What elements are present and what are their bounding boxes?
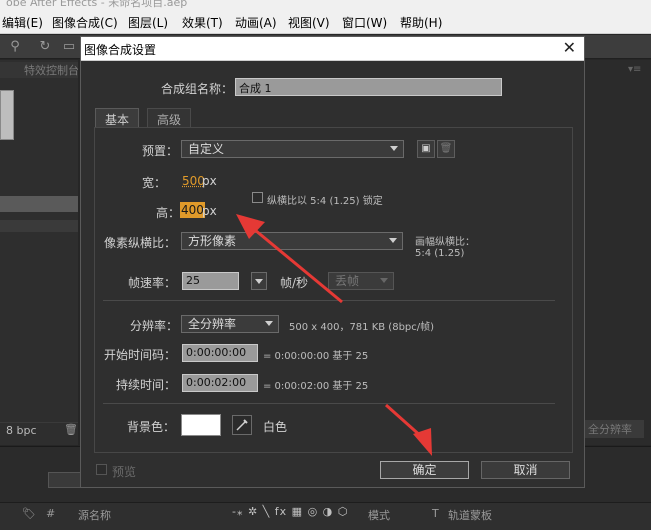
menu-bar: 编辑(E) 图像合成(C) 图层(L) 效果(T) 动画(A) 视图(V) 窗口…	[0, 8, 651, 34]
right-panel	[584, 60, 651, 445]
duration-input[interactable]: 0:00:02:00	[182, 374, 258, 392]
ok-button[interactable]: 确定	[380, 461, 469, 479]
mode-header[interactable]: 模式	[368, 507, 390, 523]
chevron-down-icon	[390, 146, 398, 151]
menu-edit[interactable]: 编辑(E)	[2, 14, 43, 31]
height-label: 高：	[156, 206, 181, 220]
composition-settings-dialog: 图像合成设置 ✕ 合成组名称： 合成 1 基本 高级 预置： 自定义 ▣ 🗑 宽…	[80, 36, 585, 488]
resolution-dropdown[interactable]: 全分辨率	[181, 315, 279, 333]
chevron-down-icon	[389, 238, 397, 243]
comp-name-label: 合成组名称：	[161, 82, 234, 96]
dialog-title: 图像合成设置	[84, 43, 157, 57]
start-timecode-input[interactable]: 0:00:00:00	[182, 344, 258, 362]
pixel-aspect-label: 像素纵横比：	[104, 236, 177, 250]
track-matte-header[interactable]: 轨道蒙板	[448, 507, 492, 523]
save-preset-icon[interactable]: ▣	[417, 140, 435, 158]
menu-effect[interactable]: 效果(T)	[182, 14, 223, 31]
effects-panel-tab[interactable]: 特效控制台	[0, 62, 78, 78]
rotate-tool-icon[interactable]: ↻	[36, 39, 54, 55]
resolution-label: 分辨率：	[130, 319, 179, 333]
panel-selected-row[interactable]	[0, 196, 78, 212]
app-title: obe After Effects - 未命名项目.aep	[6, 0, 188, 8]
cancel-button[interactable]: 取消	[481, 461, 570, 479]
drop-frame-value: 丢帧	[335, 274, 360, 288]
eyedropper-glyph	[236, 419, 248, 431]
lock-aspect-checkbox[interactable]	[252, 192, 263, 203]
duration-label: 持续时间：	[116, 378, 177, 392]
panel-menu-icon[interactable]: ▾≡	[628, 64, 641, 75]
pixel-aspect-value: 方形像素	[188, 234, 237, 248]
divider	[103, 300, 555, 301]
lock-aspect-label: 纵横比以 5:4 (1.25) 锁定	[267, 196, 383, 207]
camera-tool-icon[interactable]: ▭	[60, 39, 78, 55]
width-label: 宽：	[142, 176, 167, 190]
bg-color-name: 白色	[263, 420, 288, 434]
bg-color-swatch[interactable]	[181, 414, 221, 436]
close-icon[interactable]: ✕	[563, 38, 576, 57]
menu-layer[interactable]: 图层(L)	[128, 14, 168, 31]
fps-label: 帧/秒	[280, 276, 309, 290]
resolution-value: 全分辨率	[188, 317, 237, 331]
tab-advanced[interactable]: 高级	[147, 108, 192, 128]
drop-frame-dropdown[interactable]: 丢帧	[328, 272, 394, 290]
frame-rate-label: 帧速率：	[128, 276, 177, 290]
comp-name-input[interactable]: 合成 1	[235, 78, 502, 96]
trash-icon[interactable]: 🗑	[64, 423, 78, 436]
delete-preset-icon[interactable]: 🗑	[437, 140, 455, 158]
tab-basic[interactable]: 基本	[95, 108, 140, 128]
menu-window[interactable]: 窗口(W)	[342, 14, 387, 31]
pixel-aspect-dropdown[interactable]: 方形像素	[181, 232, 403, 250]
dialog-titlebar[interactable]: 图像合成设置 ✕	[81, 37, 584, 61]
preview-checkbox[interactable]	[96, 464, 107, 475]
menu-animation[interactable]: 动画(A)	[235, 14, 277, 31]
preset-value: 自定义	[188, 142, 225, 156]
chevron-down-icon	[265, 321, 273, 326]
preset-dropdown[interactable]: 自定义	[181, 140, 404, 158]
tag-icon[interactable]: 🏷	[22, 507, 36, 520]
preview-label: 预览	[112, 465, 137, 479]
source-name-header[interactable]: 源名称	[78, 507, 111, 523]
preset-label: 预置：	[142, 144, 179, 158]
viewer-resolution-dropdown[interactable]: 全分辨率	[584, 420, 644, 438]
divider	[103, 403, 555, 404]
eyedropper-icon[interactable]	[232, 415, 252, 435]
width-unit: px	[202, 174, 217, 188]
footage-thumbnail	[0, 90, 14, 140]
frame-aspect-label: 画幅纵横比：	[415, 237, 475, 248]
duration-info: = 0:00:02:00 基于 25	[263, 381, 369, 392]
t-header[interactable]: T	[432, 507, 439, 520]
hash-icon: #	[46, 507, 56, 520]
height-unit: px	[202, 204, 217, 218]
menu-view[interactable]: 视图(V)	[288, 14, 330, 31]
layer-switches-icons[interactable]: -⁎ ✲ ╲ fx ▦ ◎ ◑ ⬡	[232, 505, 348, 518]
zoom-tool-icon[interactable]: ⚲	[6, 39, 24, 55]
chevron-down-icon	[380, 278, 388, 283]
bpc-indicator[interactable]: 8 bpc	[6, 424, 37, 437]
frame-rate-dropdown[interactable]	[251, 272, 267, 290]
resolution-info: 500 x 400，781 KB (8bpc/帧)	[289, 322, 435, 333]
frame-rate-input[interactable]: 25	[182, 272, 239, 290]
start-timecode-label: 开始时间码：	[104, 348, 177, 362]
app-titlebar: obe After Effects - 未命名项目.aep	[0, 0, 651, 8]
menu-composition[interactable]: 图像合成(C)	[52, 14, 118, 31]
frame-aspect-value: 5:4 (1.25)	[415, 248, 465, 259]
start-timecode-info: = 0:00:00:00 基于 25	[263, 351, 369, 362]
chevron-down-icon	[255, 279, 263, 284]
bg-color-label: 背景色：	[127, 420, 176, 434]
menu-help[interactable]: 帮助(H)	[400, 14, 442, 31]
panel-row[interactable]	[0, 220, 78, 232]
